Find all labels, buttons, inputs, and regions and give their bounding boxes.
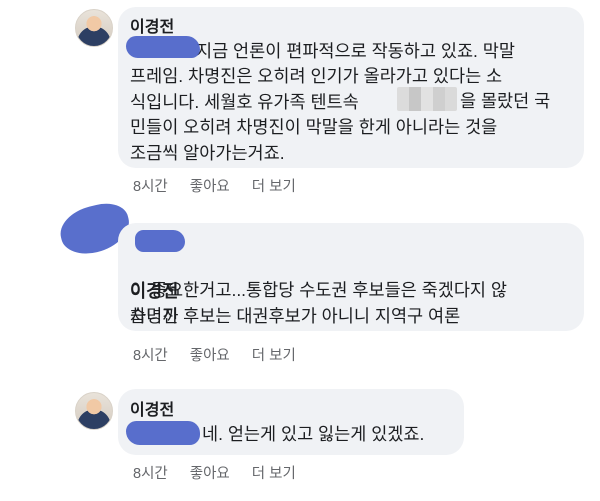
more-button[interactable]: 더 보기 — [252, 175, 296, 196]
redaction-mark — [126, 421, 200, 445]
comment-text-end: 민들이 오히려 차명진이 막말을 한게 아니라는 것을 조금씩 알아가는거죠. — [130, 117, 498, 163]
comment-text-tail: 을 몰랐던 국 — [460, 91, 551, 111]
like-button[interactable]: 좋아요 — [190, 175, 230, 196]
comment-bubble: 이경전 지금 언론이 편파적으로 작동하고 있죠. 막말 프레임. 차명진은 오… — [118, 7, 584, 168]
more-button[interactable]: 더 보기 — [252, 344, 296, 365]
comment-author[interactable]: 이경전 — [130, 13, 174, 37]
redaction-mark — [126, 36, 200, 58]
comment-author[interactable]: 이경전 — [130, 396, 174, 420]
comment-actions: 8시간 좋아요 더 보기 — [133, 175, 296, 196]
comment-actions: 8시간 좋아요 더 보기 — [133, 344, 296, 365]
redaction-mosaic — [397, 87, 457, 111]
more-button[interactable]: 더 보기 — [252, 462, 296, 483]
like-button[interactable]: 좋아요 — [190, 344, 230, 365]
comment-text: 네. 얻는게 있고 잃는게 있겠죠. — [202, 424, 425, 444]
comment-timestamp[interactable]: 8시간 — [133, 175, 168, 196]
comment-bubble: 이경전 차명진 후보는 대권후보가 아니니 지역구 여론 이 중요한거고...통… — [118, 223, 584, 331]
comment-timestamp[interactable]: 8시간 — [133, 344, 168, 365]
comment-actions: 8시간 좋아요 더 보기 — [133, 462, 296, 483]
comment-timestamp[interactable]: 8시간 — [133, 462, 168, 483]
redaction-mark — [135, 230, 185, 252]
avatar[interactable] — [75, 392, 113, 430]
like-button[interactable]: 좋아요 — [190, 462, 230, 483]
comment-text-line1: 지금 언론이 편파적으로 작동하고 있죠. 막말 — [196, 41, 515, 61]
comment-text: 이 중요한거고...통합당 수도권 후보들은 죽겠다지 않 습니까 — [130, 280, 507, 326]
avatar[interactable] — [75, 9, 113, 47]
